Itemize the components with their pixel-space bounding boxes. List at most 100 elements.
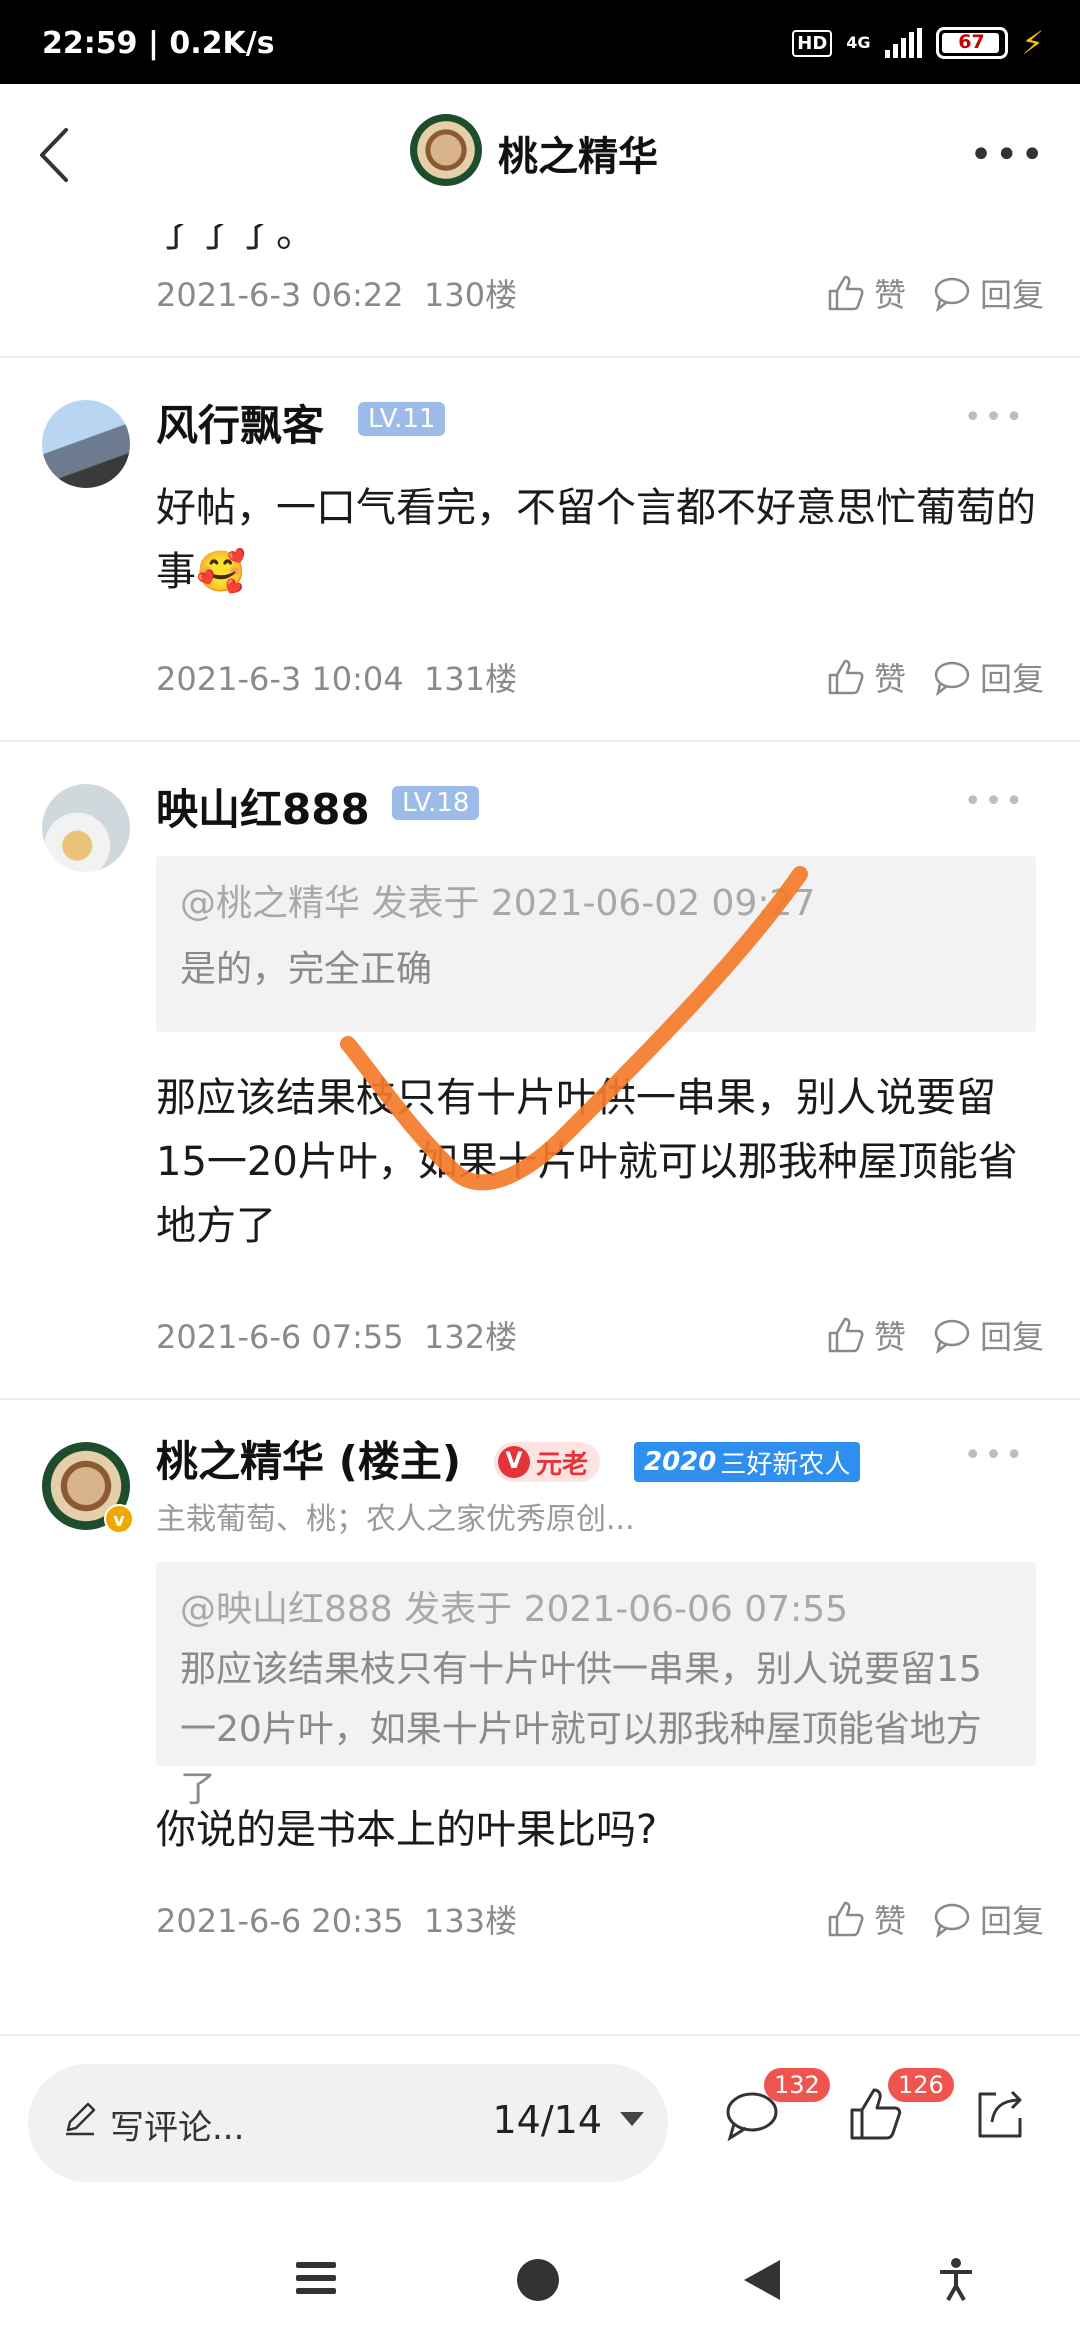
- battery-icon: 67: [935, 27, 1008, 59]
- veteran-badge: V 元老: [494, 1442, 601, 1482]
- page-title: 桃之精华: [498, 134, 658, 180]
- title-avatar[interactable]: [410, 114, 482, 186]
- status-time: 22:59 | 0.2K/s: [42, 26, 275, 61]
- battery-level: 67: [958, 31, 985, 53]
- comment-input[interactable]: 写评论... 14/14: [28, 2064, 668, 2182]
- like-label: 赞: [873, 1902, 906, 1940]
- comment-floor: 133楼: [423, 1902, 518, 1940]
- avatar[interactable]: [42, 784, 130, 872]
- user-signature: 主栽葡萄、桃；农人之家优秀原创...: [156, 1502, 635, 1537]
- comment-text: 那应该结果枝只有十片叶供一串果，别人说要留15一20片叶，如果十片叶就可以那我种…: [156, 1075, 1018, 1249]
- comment-actions: 赞 回复: [826, 270, 1044, 316]
- reply-bubble-icon: [934, 277, 970, 313]
- username[interactable]: 映山红888: [156, 776, 370, 837]
- comment-text: 你说的是书本上的叶果比吗?: [156, 1807, 658, 1853]
- divider: [0, 356, 1080, 358]
- back-nav-icon[interactable]: [740, 2258, 784, 2302]
- reply-button[interactable]: 回复: [932, 1312, 1044, 1358]
- comment-more-icon[interactable]: •••: [964, 784, 1026, 819]
- like-button[interactable]: 赞: [826, 270, 906, 316]
- comment-actions: 赞 回复: [826, 1896, 1044, 1942]
- like-label: 赞: [873, 276, 906, 314]
- verified-v-icon: v: [104, 1504, 134, 1534]
- partial-comment-text: 了了了。: [156, 224, 316, 256]
- like-button[interactable]: 赞: [826, 1312, 906, 1358]
- comment-floor: 130楼: [423, 276, 518, 314]
- reply-button[interactable]: 回复: [932, 270, 1044, 316]
- comment-date: 2021-6-3 10:04: [156, 660, 404, 698]
- reply-button[interactable]: 回复: [932, 1896, 1044, 1942]
- avatar[interactable]: v: [42, 1442, 134, 1534]
- like-button[interactable]: 赞: [826, 654, 906, 700]
- level-badge: LV.18: [392, 786, 480, 820]
- comment-meta: 2021-6-3 10:04 131楼: [156, 654, 517, 700]
- reply-label: 回复: [979, 1318, 1044, 1356]
- comment-meta: 2021-6-6 20:35 133楼: [156, 1896, 517, 1942]
- like-label: 赞: [873, 660, 906, 698]
- comment-meta: 2021-6-3 06:22 130楼: [156, 270, 517, 316]
- system-nav-bar: [0, 2210, 1080, 2340]
- avatar[interactable]: [42, 400, 130, 488]
- quote-header: @桃之精华 发表于 2021-06-02 09:27: [180, 883, 816, 924]
- comment-more-icon[interactable]: •••: [964, 400, 1026, 435]
- award-badge-label: 三好新农人: [720, 1449, 851, 1480]
- quoted-reply[interactable]: @桃之精华 发表于 2021-06-02 09:27 是的，完全正确: [156, 856, 1036, 1032]
- comment-more-icon[interactable]: •••: [964, 1438, 1026, 1473]
- reply-button[interactable]: 回复: [932, 654, 1044, 700]
- reply-label: 回复: [979, 276, 1044, 314]
- thumb-up-icon: [828, 1317, 864, 1353]
- charging-icon: ⚡: [1021, 24, 1044, 62]
- reply-bubble-icon: [934, 1903, 970, 1939]
- username[interactable]: 桃之精华 (楼主): [156, 1428, 461, 1489]
- share-icon[interactable]: [970, 2084, 1030, 2144]
- pencil-icon: [66, 2102, 96, 2136]
- comment-date: 2021-6-6 07:55: [156, 1318, 404, 1356]
- thumb-up-icon: [828, 275, 864, 311]
- comment-text: 好帖，一口气看完，不留个言都不好意思忙葡萄的事🥰: [156, 485, 1036, 595]
- status-icons: HD 4G 67 ⚡: [792, 24, 1044, 62]
- back-icon[interactable]: [28, 120, 88, 190]
- quote-text: 是的，完全正确: [180, 949, 433, 990]
- username[interactable]: 风行飘客: [156, 392, 324, 453]
- quote-header: @映山红888 发表于 2021-06-06 07:55: [180, 1589, 849, 1630]
- reply-bubble-icon: [934, 661, 970, 697]
- divider: [0, 1398, 1080, 1400]
- like-button[interactable]: 赞: [826, 1896, 906, 1942]
- quote-text: 那应该结果枝只有十片叶供一串果，别人说要留15一20片叶，如果十片叶就可以那我种…: [180, 1649, 982, 1810]
- signal-icon: [884, 28, 922, 58]
- network-type: 4G: [846, 33, 871, 52]
- bottom-action-bar: 写评论... 14/14 132 126: [0, 2034, 1080, 2210]
- hd-icon: HD: [792, 29, 833, 57]
- comment-placeholder: 写评论...: [110, 2108, 245, 2148]
- comment-floor: 131楼: [423, 660, 518, 698]
- level-badge: LV.11: [358, 402, 446, 436]
- reply-label: 回复: [979, 660, 1044, 698]
- comment-date: 2021-6-3 06:22: [156, 276, 404, 314]
- menu-icon[interactable]: [294, 2258, 338, 2298]
- comment-meta: 2021-6-6 07:55 132楼: [156, 1312, 517, 1358]
- chevron-down-icon[interactable]: [620, 2112, 644, 2126]
- page-indicator[interactable]: 14/14: [492, 2098, 602, 2142]
- accessibility-icon[interactable]: [938, 2258, 974, 2302]
- title-bar: 桃之精华 •••: [0, 84, 1080, 224]
- more-options-icon[interactable]: •••: [969, 132, 1046, 178]
- status-bar: 22:59 | 0.2K/s HD 4G 67 ⚡: [0, 0, 1080, 84]
- like-label: 赞: [873, 1318, 906, 1356]
- award-badge: 2020 三好新农人: [634, 1442, 861, 1482]
- comment-list[interactable]: 了了了。 2021-6-3 06:22 130楼 赞 回复 风行飘客 LV.11…: [0, 224, 1080, 2034]
- comment-date: 2021-6-6 20:35: [156, 1902, 404, 1940]
- quoted-reply[interactable]: @映山红888 发表于 2021-06-06 07:55 那应该结果枝只有十片叶…: [156, 1562, 1036, 1810]
- thumb-up-icon: [828, 1901, 864, 1937]
- reply-bubble-icon: [934, 1319, 970, 1355]
- comment-count-badge: 132: [764, 2068, 830, 2102]
- comment-floor: 132楼: [423, 1318, 518, 1356]
- reply-label: 回复: [979, 1902, 1044, 1940]
- comment-actions: 赞 回复: [826, 1312, 1044, 1358]
- comment-actions: 赞 回复: [826, 654, 1044, 700]
- veteran-v-icon: V: [498, 1446, 530, 1478]
- home-icon[interactable]: [516, 2258, 560, 2302]
- award-badge-year: 2020: [644, 1447, 717, 1477]
- divider: [0, 740, 1080, 742]
- thumb-up-icon: [828, 659, 864, 695]
- like-count-badge: 126: [888, 2068, 954, 2102]
